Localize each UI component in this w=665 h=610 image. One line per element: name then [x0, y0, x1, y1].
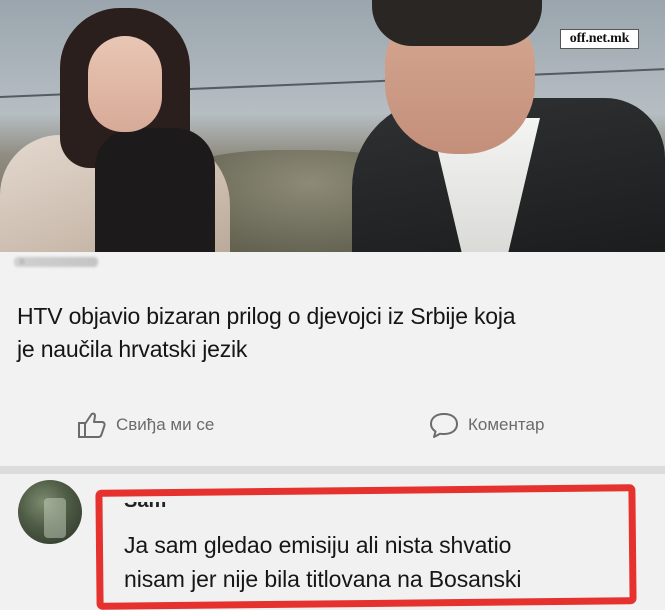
speech-bubble-icon [428, 410, 460, 440]
highlight-outline [95, 484, 637, 610]
watermark: off.net.mk [560, 29, 639, 49]
photo-woman-face [88, 36, 162, 132]
photo-woman-scarf [95, 128, 215, 252]
post-meta: b [14, 257, 98, 267]
like-button[interactable]: Свиђа ми се [76, 404, 214, 446]
comment-button[interactable]: Коментар [428, 404, 544, 446]
thumbs-up-icon [76, 410, 108, 440]
headline-line-2: je naučila hrvatski jezik [17, 336, 248, 362]
headline-line-1: HTV objavio bizaran prilog o djevojci iz… [17, 303, 516, 329]
post-meta-text: b [20, 257, 25, 266]
like-label: Свиђа ми се [116, 415, 215, 434]
avatar[interactable] [18, 480, 82, 544]
section-divider [0, 466, 665, 474]
comment-label: Коментар [468, 415, 545, 434]
post-headline[interactable]: HTV objavio bizaran prilog o djevojci iz… [17, 300, 647, 366]
post-photo[interactable]: off.net.mk [0, 0, 665, 252]
photo-man-hair [372, 0, 542, 46]
post-actions: Свиђа ми се Коментар [0, 404, 665, 446]
